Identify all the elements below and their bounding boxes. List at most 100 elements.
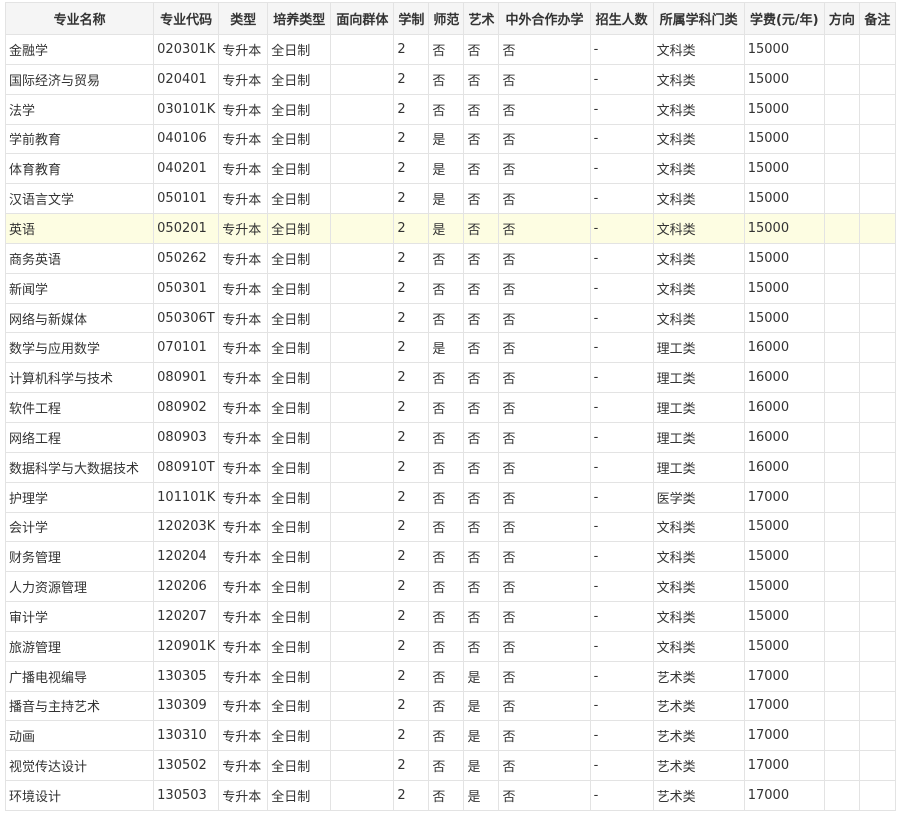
cell-duration: 2 xyxy=(393,183,430,215)
cell-art: 否 xyxy=(463,571,500,603)
cell-major-name: 网络工程 xyxy=(4,421,155,453)
cell-discipline: 文科类 xyxy=(652,272,745,304)
cell-direction xyxy=(823,183,860,215)
cell-tuition: 15000 xyxy=(743,630,825,662)
cell-remark xyxy=(858,750,897,782)
cell-target-group xyxy=(330,63,395,95)
cell-enrollment: - xyxy=(589,153,654,185)
cell-remark xyxy=(858,780,897,811)
majors-table: 专业名称 专业代码 类型 培养类型 面向群体 学制 师范 艺术 中外合作办学 招… xyxy=(4,2,897,811)
cell-target-group xyxy=(330,153,395,185)
cell-major-code: 020401 xyxy=(153,63,220,95)
cell-tuition: 15000 xyxy=(743,571,825,603)
cell-discipline: 文科类 xyxy=(652,541,745,573)
cell-duration: 2 xyxy=(393,630,430,662)
table-row: 法学 030101K 专升本 全日制 2 否否否 - 文科类 15000 xyxy=(4,93,897,125)
cell-type: 专升本 xyxy=(218,511,269,543)
cell-discipline: 理工类 xyxy=(652,421,745,453)
cell-tuition: 15000 xyxy=(743,302,825,334)
cell-normal: 否 xyxy=(428,690,465,722)
cell-type: 专升本 xyxy=(218,571,269,603)
cell-target-group xyxy=(330,183,395,215)
cell-art: 否 xyxy=(463,541,500,573)
cell-discipline: 文科类 xyxy=(652,93,745,125)
cell-target-group xyxy=(330,213,395,244)
cell-major-name: 商务英语 xyxy=(4,242,155,274)
cell-major-code: 130502 xyxy=(153,750,220,782)
cell-target-group xyxy=(330,392,395,423)
cell-remark xyxy=(858,213,897,244)
table-row: 护理学 101101K 专升本 全日制 2 否否否 - 医学类 17000 xyxy=(4,481,897,513)
cell-direction xyxy=(823,153,860,185)
cell-enrollment: - xyxy=(589,34,654,65)
cell-major-code: 050101 xyxy=(153,183,220,215)
cell-type: 专升本 xyxy=(218,183,269,215)
table-row: 网络与新媒体 050306T 专升本 全日制 2 否否否 - 文科类 15000 xyxy=(4,302,897,334)
cell-joint-program: 否 xyxy=(498,332,591,364)
cell-remark xyxy=(858,690,897,722)
cell-major-code: 030101K xyxy=(153,93,220,125)
cell-target-group xyxy=(330,690,395,722)
cell-joint-program: 否 xyxy=(498,302,591,334)
cell-remark xyxy=(858,451,897,483)
cell-discipline: 理工类 xyxy=(652,451,745,483)
cell-joint-program: 否 xyxy=(498,541,591,573)
cell-tuition: 17000 xyxy=(743,481,825,513)
cell-type: 专升本 xyxy=(218,541,269,573)
cell-major-name: 学前教育 xyxy=(4,123,155,155)
cell-tuition: 15000 xyxy=(743,242,825,274)
cell-study-mode: 全日制 xyxy=(267,213,332,244)
cell-normal: 否 xyxy=(428,601,465,632)
table-row: 动画 130310 专升本 全日制 2 否是否 - 艺术类 17000 xyxy=(4,720,897,752)
header-major-name: 专业名称 xyxy=(4,2,155,35)
cell-major-code: 120206 xyxy=(153,571,220,603)
cell-type: 专升本 xyxy=(218,451,269,483)
cell-normal: 否 xyxy=(428,63,465,95)
cell-normal: 是 xyxy=(428,332,465,364)
cell-direction xyxy=(823,750,860,782)
cell-tuition: 15000 xyxy=(743,213,825,244)
cell-remark xyxy=(858,153,897,185)
cell-tuition: 15000 xyxy=(743,272,825,304)
cell-major-name: 汉语言文学 xyxy=(4,183,155,215)
cell-target-group xyxy=(330,123,395,155)
cell-direction xyxy=(823,302,860,334)
cell-joint-program: 否 xyxy=(498,153,591,185)
table-row: 环境设计 130503 专升本 全日制 2 否是否 - 艺术类 17000 xyxy=(4,780,897,811)
cell-art: 否 xyxy=(463,481,500,513)
cell-discipline: 文科类 xyxy=(652,302,745,334)
cell-study-mode: 全日制 xyxy=(267,780,332,811)
cell-normal: 是 xyxy=(428,123,465,155)
cell-joint-program: 否 xyxy=(498,511,591,543)
cell-art: 否 xyxy=(463,153,500,185)
table-row: 网络工程 080903 专升本 全日制 2 否否否 - 理工类 16000 xyxy=(4,421,897,453)
cell-duration: 2 xyxy=(393,571,430,603)
cell-study-mode: 全日制 xyxy=(267,541,332,573)
cell-target-group xyxy=(330,720,395,752)
cell-art: 是 xyxy=(463,750,500,782)
cell-remark xyxy=(858,481,897,513)
cell-major-name: 体育教育 xyxy=(4,153,155,185)
cell-direction xyxy=(823,63,860,95)
cell-remark xyxy=(858,421,897,453)
cell-duration: 2 xyxy=(393,780,430,811)
cell-duration: 2 xyxy=(393,362,430,394)
cell-type: 专升本 xyxy=(218,720,269,752)
cell-type: 专升本 xyxy=(218,392,269,423)
cell-major-name: 国际经济与贸易 xyxy=(4,63,155,95)
cell-major-name: 环境设计 xyxy=(4,780,155,811)
table-row: 汉语言文学 050101 专升本 全日制 2 是否否 - 文科类 15000 xyxy=(4,183,897,215)
cell-enrollment: - xyxy=(589,720,654,752)
cell-art: 否 xyxy=(463,242,500,274)
cell-art: 是 xyxy=(463,660,500,692)
cell-type: 专升本 xyxy=(218,63,269,95)
cell-normal: 否 xyxy=(428,272,465,304)
cell-tuition: 15000 xyxy=(743,153,825,185)
cell-art: 否 xyxy=(463,332,500,364)
cell-type: 专升本 xyxy=(218,332,269,364)
cell-normal: 是 xyxy=(428,213,465,244)
cell-type: 专升本 xyxy=(218,780,269,811)
cell-major-code: 120204 xyxy=(153,541,220,573)
table-row: 国际经济与贸易 020401 专升本 全日制 2 否否否 - 文科类 15000 xyxy=(4,63,897,95)
cell-target-group xyxy=(330,660,395,692)
